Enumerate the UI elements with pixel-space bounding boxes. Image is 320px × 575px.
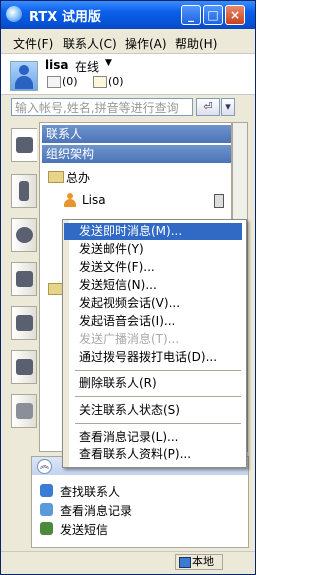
collapse-icon[interactable]: ︽ [37,459,52,474]
mobile-icon [19,181,29,201]
group-header-contacts[interactable]: 联系人 [42,125,231,143]
search-row: 输入帐号,姓名,拼音等进行查询 ⏎ ▾ [1,96,255,120]
tab-group[interactable] [11,306,37,340]
group-icon [16,315,33,331]
multi-user-icon [16,359,33,375]
contacts-icon [16,137,33,153]
menu-follow-status[interactable]: 关注联系人状态(S) [79,402,244,419]
search-go-button[interactable]: ⏎ [196,98,220,116]
menu-help[interactable]: 帮助(H) [175,35,217,52]
notice-icon[interactable] [93,76,107,88]
tab-headset[interactable] [11,218,37,252]
close-button[interactable]: × [225,5,245,25]
local-mode-button[interactable]: 本地 [175,554,223,570]
side-tabs [9,122,39,437]
find-contact-label: 查找联系人 [60,485,121,499]
menu-dial-phone[interactable]: 通过拨号器拨打电话(D)... [79,349,244,366]
menu-delete-contact[interactable]: 删除联系人(R) [79,375,244,392]
tab-phone-book[interactable] [11,262,37,296]
folder-icon [48,171,64,183]
maximize-button[interactable]: □ [203,5,223,25]
phone-icon[interactable] [214,194,224,208]
user-name: lisa [45,58,69,72]
avatar[interactable] [10,61,38,91]
tab-multi-user[interactable] [11,350,37,384]
context-menu-strip [63,220,69,467]
menu-separator [75,423,241,424]
menu-voice-session[interactable]: 发起语音会话(I)... [79,313,244,330]
menu-broadcast: 发送广播消息(T)... [79,332,180,346]
menu-file[interactable]: 文件(F) [13,35,53,52]
mail-count: (0) [62,75,78,88]
menu-send-file[interactable]: 发送文件(F)... [79,259,244,276]
tab-notepad[interactable] [11,394,37,428]
rtx-logo-icon [6,6,22,22]
tree-folder-label[interactable]: 总办 [66,169,90,186]
user-status[interactable]: 在线 [75,58,99,75]
status-bar: 本地 [1,551,255,572]
find-contact-icon [40,484,53,497]
local-mode-label: 本地 [192,555,214,568]
message-log-label: 查看消息记录 [60,504,133,518]
status-dropdown-icon[interactable]: ▼ [105,58,112,68]
menu-contacts[interactable]: 联系人(C) [63,35,117,52]
headset-icon [16,227,33,243]
title-bar[interactable]: RTX 试用版 _ □ × [1,1,255,29]
tree-person-label[interactable]: Lisa [82,193,106,207]
menu-view-profile[interactable]: 查看联系人资料(P)... [79,446,244,463]
menu-video-session[interactable]: 发起视频会话(V)... [79,295,244,312]
group-header-org[interactable]: 组织架构 [42,145,231,163]
sms-icon [40,522,53,535]
menu-view-log[interactable]: 查看消息记录(L)... [79,429,244,446]
message-log-icon [40,503,53,516]
notepad-icon [16,403,33,419]
menu-separator [75,370,241,371]
quick-actions-panel: ︽ 查找联系人 查看消息记录 发送短信 [31,456,249,548]
mail-icon[interactable] [47,76,61,88]
tab-mobile[interactable] [11,174,37,208]
context-menu: 发送即时消息(M)... 发送邮件(Y) 发送文件(F)... 发送短信(N).… [62,219,247,468]
window-title: RTX 试用版 [29,10,101,25]
menu-actions[interactable]: 操作(A) [125,35,167,52]
search-dropdown-button[interactable]: ▾ [221,98,235,116]
send-sms-label: 发送短信 [60,523,109,537]
tab-contacts[interactable] [11,128,37,162]
search-input[interactable]: 输入帐号,姓名,拼音等进行查询 [11,98,193,116]
menu-send-sms[interactable]: 发送短信(N)... [79,277,244,294]
menu-send-im[interactable]: 发送即时消息(M)... [64,223,242,240]
menu-send-mail[interactable]: 发送邮件(Y) [79,241,244,258]
minimize-button[interactable]: _ [181,5,201,25]
menu-separator [75,396,241,397]
menu-bar: 文件(F) 联系人(C) 操作(A) 帮助(H) [1,31,255,51]
notice-count: (0) [108,75,124,88]
monitor-icon [179,557,191,568]
person-icon [64,193,76,207]
phone-book-icon [16,271,33,287]
user-bar: lisa 在线 ▼ (0) (0) [1,53,255,95]
